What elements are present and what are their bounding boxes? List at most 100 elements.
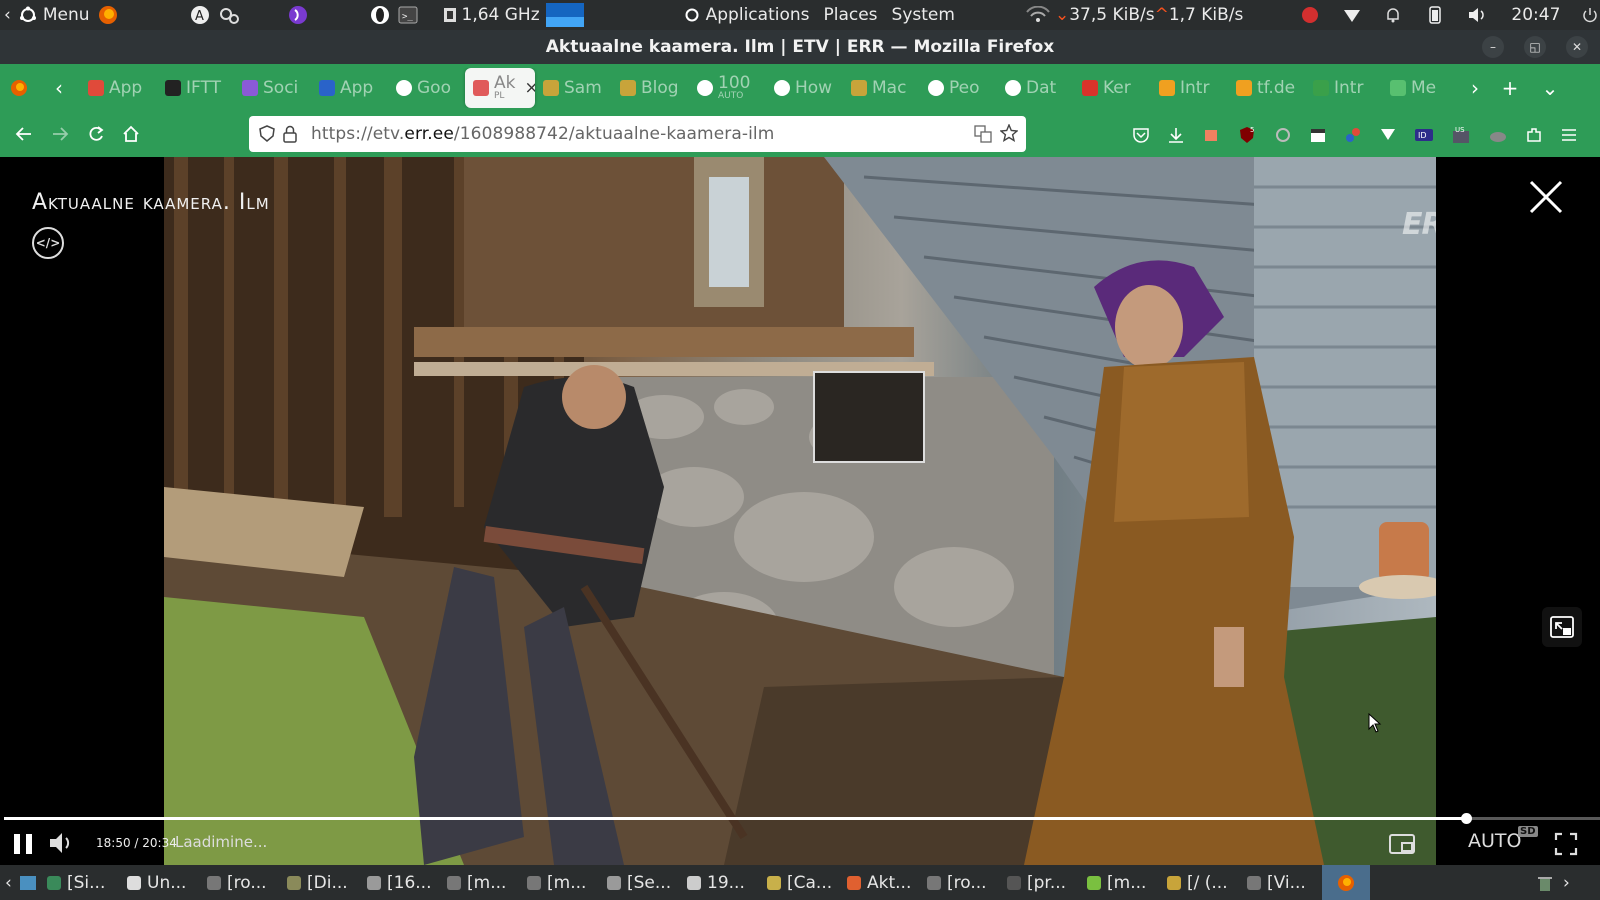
tab-7[interactable]: Blog xyxy=(612,68,689,108)
extension-us-icon[interactable]: US xyxy=(1451,125,1471,145)
tray-volume[interactable] xyxy=(1463,0,1491,30)
back-button[interactable] xyxy=(6,116,42,152)
tab-3[interactable]: App xyxy=(311,68,388,108)
tabs-scroll-left[interactable]: ‹ xyxy=(38,68,80,108)
progress-bar[interactable] xyxy=(4,813,1600,824)
bookmark-star-icon[interactable] xyxy=(1000,124,1018,142)
extensions-puzzle-icon[interactable] xyxy=(1525,126,1543,144)
taskbar-window-6[interactable]: [m... xyxy=(522,865,602,900)
tab-14[interactable]: Intr xyxy=(1151,68,1228,108)
url-bar[interactable]: https://etv.err.ee/1608988742/aktuaalne-… xyxy=(249,116,1026,152)
video-player[interactable]: ERR Aktuaalne kaamera. Ilm </> 18:50 / 2… xyxy=(0,157,1600,865)
tray-battery[interactable] xyxy=(1421,0,1449,30)
panel-scroll-left[interactable]: ‹ xyxy=(0,0,15,30)
hamburger-menu-icon[interactable] xyxy=(1560,127,1578,143)
taskbar-window-9[interactable]: [Ca... xyxy=(762,865,842,900)
maximize-button[interactable]: ◱ xyxy=(1524,36,1546,58)
show-desktop-button[interactable] xyxy=(14,865,42,900)
extension-orange-icon[interactable] xyxy=(1202,126,1220,144)
tab-2[interactable]: Soci xyxy=(234,68,311,108)
extension-link-icon[interactable] xyxy=(1344,126,1362,144)
taskbar-window-11[interactable]: [ro... xyxy=(922,865,1002,900)
tab-17[interactable]: Me xyxy=(1382,68,1459,108)
taskbar-window-10[interactable]: Akt... xyxy=(842,865,922,900)
tab-10[interactable]: Mac xyxy=(843,68,920,108)
taskbar-window-1[interactable]: Un... xyxy=(122,865,202,900)
taskbar-window-7[interactable]: [Se... xyxy=(602,865,682,900)
extension-gear-icon[interactable] xyxy=(1274,126,1292,144)
cpu-monitor[interactable]: 1,64 GHz xyxy=(438,0,588,30)
tab-12[interactable]: Dat xyxy=(997,68,1074,108)
clock[interactable]: 20:47 xyxy=(1507,0,1564,30)
taskbar-window-13[interactable]: [m... xyxy=(1082,865,1162,900)
taskbar-window-0[interactable]: [Si... xyxy=(42,865,122,900)
places-menu[interactable]: Places xyxy=(819,0,881,30)
taskbar-window-15[interactable]: [Vi... xyxy=(1242,865,1322,900)
home-button[interactable] xyxy=(113,116,149,152)
launcher-a[interactable]: A xyxy=(186,0,214,30)
taskbar-window-12[interactable]: [pr... xyxy=(1002,865,1082,900)
close-tab-icon[interactable]: × xyxy=(524,78,535,98)
pocket-icon[interactable] xyxy=(1132,126,1150,144)
network-monitor[interactable]: ⌄ 37,5 KiB/s ^ 1,7 KiB/s xyxy=(1021,0,1247,30)
power-button[interactable] xyxy=(1578,0,1600,30)
tray-wifi[interactable] xyxy=(1339,0,1365,30)
minimize-button[interactable]: – xyxy=(1482,36,1504,58)
system-menu[interactable]: System xyxy=(888,0,959,30)
taskbar-firefox-active[interactable] xyxy=(1322,865,1370,900)
pause-button[interactable] xyxy=(12,831,36,857)
taskbar-scroll-left[interactable]: ‹ xyxy=(0,865,14,900)
reload-button[interactable] xyxy=(78,116,114,152)
calendar-icon[interactable] xyxy=(1309,126,1327,144)
taskbar-window-4[interactable]: [16... xyxy=(362,865,442,900)
video-frame[interactable]: ERR xyxy=(164,157,1436,865)
ublock-icon[interactable]: 5 xyxy=(1237,125,1257,145)
launcher-opera[interactable] xyxy=(366,0,394,30)
close-window-button[interactable]: ✕ xyxy=(1566,36,1588,58)
firefox-view-button[interactable] xyxy=(0,68,38,108)
tab-15[interactable]: tf.de xyxy=(1228,68,1305,108)
taskbar-scroll-right[interactable]: › xyxy=(1558,865,1572,900)
firefox-launcher[interactable] xyxy=(94,0,122,30)
extension-cloud-icon[interactable] xyxy=(1488,126,1508,144)
tab-5[interactable]: Ak PL × xyxy=(465,68,535,108)
launcher-purple[interactable] xyxy=(284,0,312,30)
tabs-scroll-right[interactable]: › xyxy=(1460,68,1490,108)
taskbar-window-14[interactable]: [/ (... xyxy=(1162,865,1242,900)
taskbar-window-3[interactable]: [Di... xyxy=(282,865,362,900)
tab-8[interactable]: 100 AUTO xyxy=(689,68,766,108)
translate-icon[interactable] xyxy=(974,125,992,143)
tab-13[interactable]: Ker xyxy=(1074,68,1151,108)
tab-6[interactable]: Sam xyxy=(535,68,612,108)
tab-9[interactable]: How xyxy=(766,68,843,108)
launcher-terminal[interactable]: >_ xyxy=(394,0,422,30)
downloads-icon[interactable] xyxy=(1167,126,1185,144)
extension-filter-icon[interactable] xyxy=(1379,126,1397,144)
theater-mode-button[interactable] xyxy=(1388,832,1416,860)
tab-1[interactable]: IFTT xyxy=(157,68,234,108)
fullscreen-button[interactable] xyxy=(1554,832,1578,860)
trash-button[interactable] xyxy=(1532,865,1558,900)
launcher-settings[interactable] xyxy=(214,0,244,30)
forward-button[interactable] xyxy=(42,116,78,152)
close-player-button[interactable] xyxy=(1526,177,1566,217)
extension-id-icon[interactable]: ID xyxy=(1414,127,1434,143)
tab-11[interactable]: Peo xyxy=(920,68,997,108)
taskbar-window-8[interactable]: 19... xyxy=(682,865,762,900)
mute-button[interactable] xyxy=(48,830,76,860)
tray-notifications[interactable] xyxy=(1381,0,1405,30)
picture-in-picture-toggle[interactable] xyxy=(1542,607,1582,647)
embed-code-button[interactable]: </> xyxy=(32,227,64,259)
taskbar-window-5[interactable]: [m... xyxy=(442,865,522,900)
tab-16[interactable]: Intr xyxy=(1305,68,1382,108)
new-tab-button[interactable]: + xyxy=(1490,68,1530,108)
menu-button[interactable]: Menu xyxy=(15,0,94,30)
tab-4[interactable]: Goo xyxy=(388,68,465,108)
trash-icon xyxy=(1537,874,1553,892)
taskbar-window-2[interactable]: [ro... xyxy=(202,865,282,900)
list-all-tabs-button[interactable]: ⌄ xyxy=(1530,68,1570,108)
tray-record[interactable] xyxy=(1297,0,1323,30)
tab-0[interactable]: App xyxy=(80,68,157,108)
applications-menu[interactable]: Applications xyxy=(680,0,814,30)
quality-selector[interactable]: AUTO xyxy=(1468,830,1521,852)
